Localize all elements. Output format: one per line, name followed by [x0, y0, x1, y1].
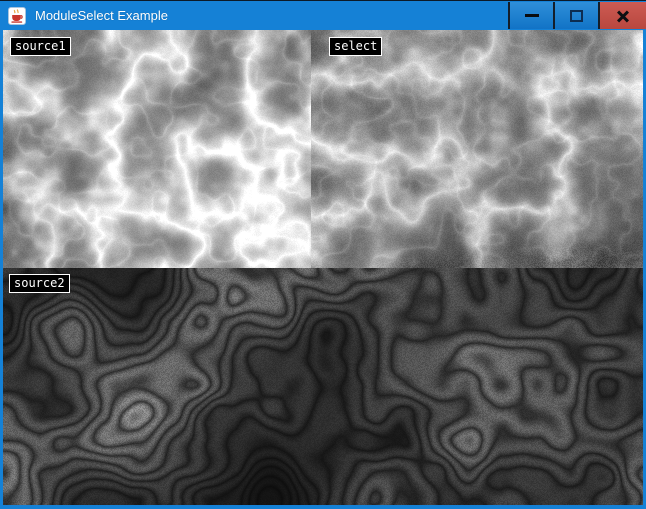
minimize-button[interactable]: [508, 2, 553, 29]
window-title: ModuleSelect Example: [35, 8, 168, 23]
maximize-icon: [570, 10, 583, 22]
maximize-button[interactable]: [553, 2, 598, 29]
close-button[interactable]: [598, 2, 646, 29]
titlebar[interactable]: ModuleSelect Example: [0, 2, 646, 29]
source1-image: [3, 30, 311, 268]
minimize-icon: [525, 14, 539, 17]
source2-image: [3, 268, 643, 505]
select-label: select: [329, 37, 382, 56]
close-icon: [616, 9, 630, 23]
source2-label: source2: [9, 274, 70, 293]
source1-label: source1: [10, 37, 71, 56]
window-controls: [508, 2, 646, 29]
java-coffee-cup-icon: [8, 7, 26, 25]
app-window: ModuleSelect Example source1 select sour…: [0, 0, 646, 509]
render-area: source1 select source2: [3, 30, 643, 505]
